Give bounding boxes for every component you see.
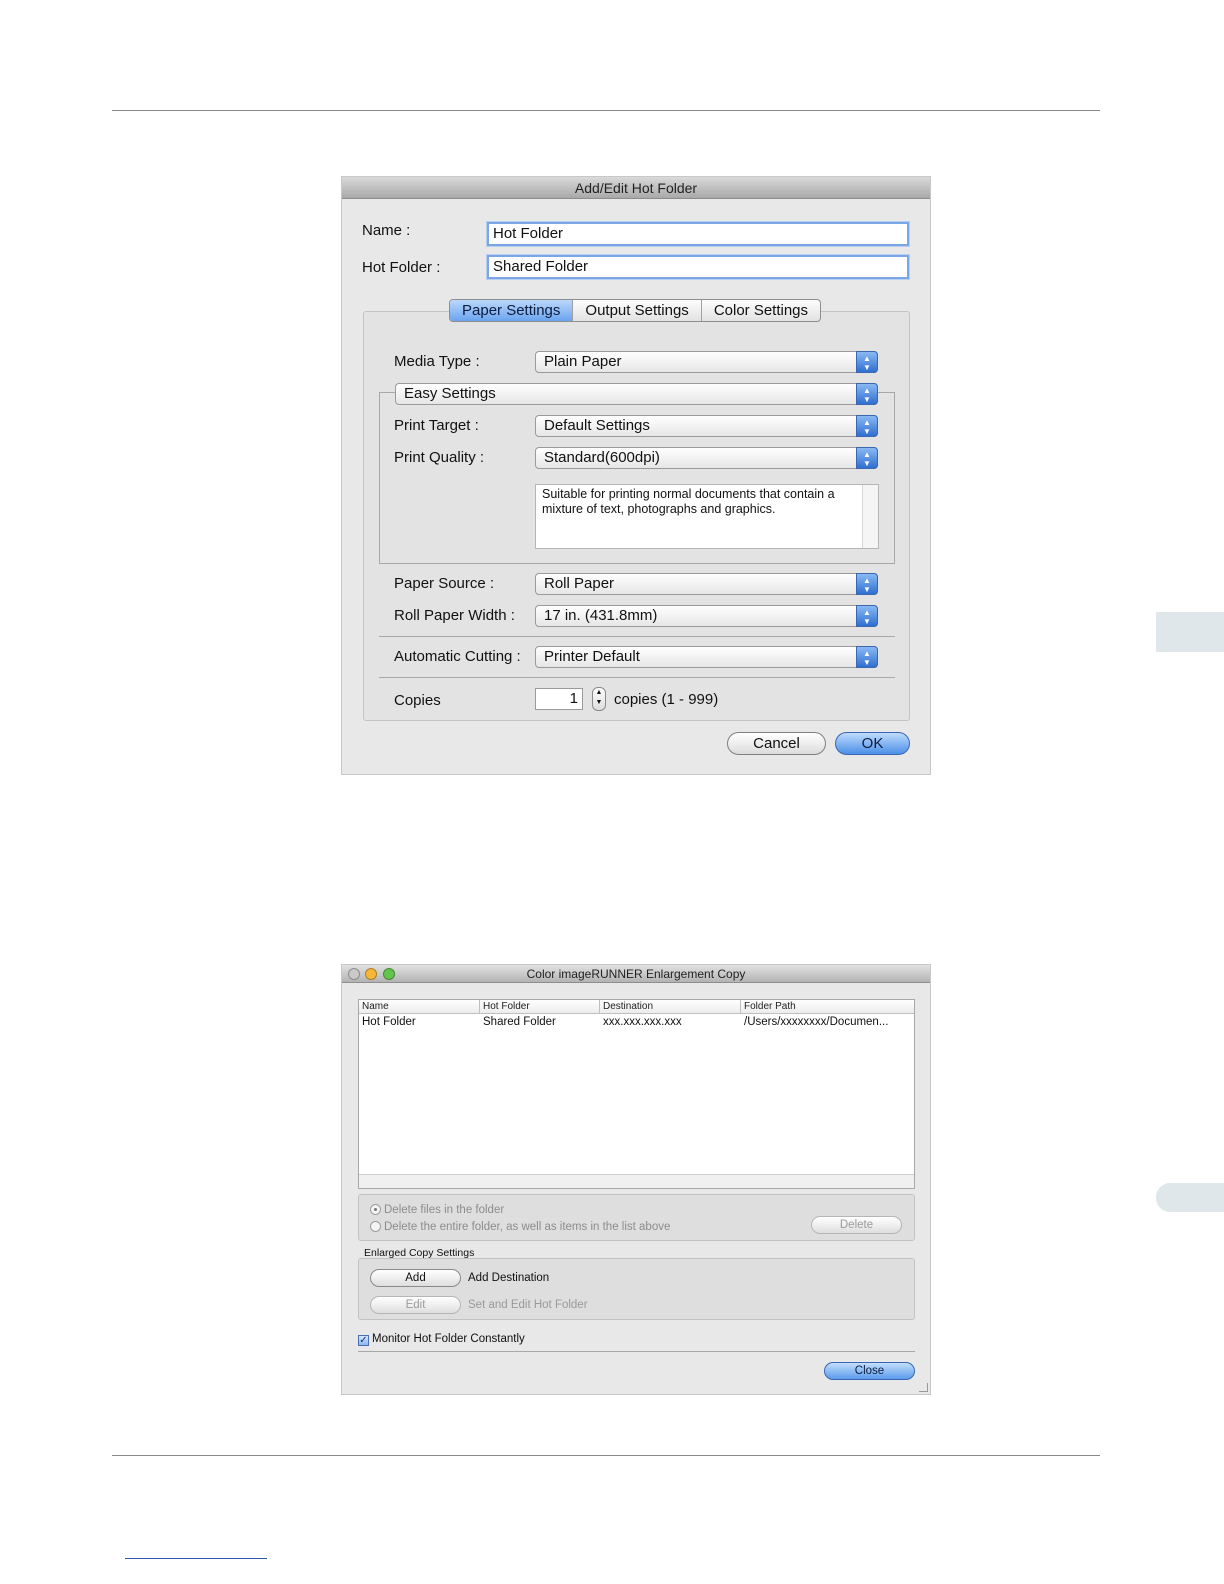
page-tab bbox=[1156, 1183, 1224, 1212]
chevron-updown-icon: ▲ ▼ bbox=[856, 605, 878, 627]
window-title: Color imageRUNNER Enlargement Copy bbox=[526, 967, 746, 981]
window-titlebar: Color imageRUNNER Enlargement Copy bbox=[342, 965, 930, 983]
description-text: Suitable for printing normal documents t… bbox=[542, 487, 835, 516]
horizontal-scrollbar[interactable] bbox=[359, 1174, 914, 1188]
roll-paper-width-value: 17 in. (431.8mm) bbox=[544, 607, 658, 624]
copies-stepper[interactable]: ▲ ▼ bbox=[592, 687, 606, 711]
chevron-updown-icon: ▲ ▼ bbox=[856, 573, 878, 595]
print-quality-select[interactable]: Standard(600dpi) ▲ ▼ bbox=[535, 447, 878, 469]
print-quality-label: Print Quality : bbox=[394, 449, 485, 466]
separator bbox=[358, 1351, 915, 1352]
automatic-cutting-value: Printer Default bbox=[544, 648, 640, 665]
radio-selected-icon bbox=[370, 1204, 381, 1215]
copies-label: Copies bbox=[394, 692, 441, 709]
media-type-select[interactable]: Plain Paper ▲ ▼ bbox=[535, 351, 878, 373]
tab-output-settings[interactable]: Output Settings bbox=[573, 300, 702, 321]
delete-button: Delete bbox=[811, 1216, 902, 1234]
description-scrollbar[interactable] bbox=[862, 485, 878, 548]
chapter-tab bbox=[1156, 612, 1224, 652]
paper-source-select[interactable]: Roll Paper ▲ ▼ bbox=[535, 573, 878, 595]
print-target-label: Print Target : bbox=[394, 417, 479, 434]
add-edit-hot-folder-dialog: Add/Edit Hot Folder Name : Hot Folder Ho… bbox=[341, 176, 931, 775]
cell-folder-path: /Users/xxxxxxxx/Documen... bbox=[744, 1016, 889, 1028]
close-window-icon[interactable] bbox=[348, 968, 360, 980]
copies-field[interactable]: 1 bbox=[535, 688, 583, 710]
print-target-value: Default Settings bbox=[544, 417, 650, 434]
column-hot-folder[interactable]: Hot Folder bbox=[480, 1000, 600, 1013]
minimize-window-icon[interactable] bbox=[365, 968, 377, 980]
settings-tabs: Paper Settings Output Settings Color Set… bbox=[449, 299, 822, 322]
checkmark-icon: ✓ bbox=[358, 1335, 369, 1346]
chevron-updown-icon: ▲ ▼ bbox=[856, 351, 878, 373]
add-destination-label: Add Destination bbox=[468, 1272, 550, 1284]
edit-hot-folder-label: Set and Edit Hot Folder bbox=[468, 1299, 588, 1311]
separator bbox=[379, 636, 895, 637]
edit-button: Edit bbox=[370, 1296, 461, 1314]
automatic-cutting-select[interactable]: Printer Default ▲ ▼ bbox=[535, 646, 878, 668]
print-target-select[interactable]: Default Settings ▲ ▼ bbox=[535, 415, 878, 437]
hot-folder-label: Hot Folder : bbox=[362, 259, 441, 276]
column-destination[interactable]: Destination bbox=[600, 1000, 741, 1013]
radio-delete-folder-label: Delete the entire folder, as well as ite… bbox=[384, 1221, 671, 1233]
roll-paper-width-label: Roll Paper Width : bbox=[394, 607, 515, 624]
cell-destination: xxx.xxx.xxx.xxx bbox=[603, 1016, 682, 1028]
copies-range-label: copies (1 - 999) bbox=[614, 691, 719, 708]
chevron-updown-icon: ▲ ▼ bbox=[856, 383, 878, 405]
cancel-button[interactable]: Cancel bbox=[727, 732, 826, 755]
chevron-updown-icon: ▲ ▼ bbox=[856, 415, 878, 437]
ok-button[interactable]: OK bbox=[835, 732, 910, 755]
quality-description: Suitable for printing normal documents t… bbox=[535, 484, 879, 549]
settings-mode-value: Easy Settings bbox=[404, 385, 496, 402]
radio-unselected-icon bbox=[370, 1221, 381, 1232]
print-quality-value: Standard(600dpi) bbox=[544, 449, 660, 466]
cell-name: Hot Folder bbox=[362, 1016, 416, 1028]
dialog-title: Add/Edit Hot Folder bbox=[342, 177, 930, 199]
header-rule bbox=[112, 110, 1100, 111]
add-button[interactable]: Add bbox=[370, 1269, 461, 1287]
resize-grip-icon[interactable] bbox=[919, 1383, 928, 1392]
name-label: Name : bbox=[362, 222, 411, 239]
hot-folder-field[interactable]: Shared Folder bbox=[487, 255, 909, 279]
monitor-checkbox[interactable]: ✓ Monitor Hot Folder Constantly bbox=[358, 1332, 525, 1346]
footer-link[interactable] bbox=[125, 1558, 267, 1559]
radio-delete-files-label: Delete files in the folder bbox=[384, 1204, 505, 1216]
roll-paper-width-select[interactable]: 17 in. (431.8mm) ▲ ▼ bbox=[535, 605, 878, 627]
table-row[interactable]: Hot Folder Shared Folder xxx.xxx.xxx.xxx… bbox=[359, 1014, 914, 1030]
list-header: Name Hot Folder Destination Folder Path bbox=[359, 1000, 914, 1014]
paper-source-label: Paper Source : bbox=[394, 575, 495, 592]
separator bbox=[379, 677, 895, 678]
automatic-cutting-label: Automatic Cutting : bbox=[394, 648, 521, 665]
media-type-label: Media Type : bbox=[394, 353, 480, 370]
monitor-checkbox-label: Monitor Hot Folder Constantly bbox=[372, 1333, 525, 1345]
chevron-updown-icon: ▲ ▼ bbox=[856, 646, 878, 668]
column-name[interactable]: Name bbox=[359, 1000, 480, 1013]
footer-rule bbox=[112, 1455, 1100, 1456]
media-type-value: Plain Paper bbox=[544, 353, 622, 370]
enlargement-copy-window: Color imageRUNNER Enlargement Copy Name … bbox=[341, 964, 931, 1395]
close-button[interactable]: Close bbox=[824, 1362, 915, 1380]
settings-mode-select[interactable]: Easy Settings ▲ ▼ bbox=[395, 383, 878, 405]
name-field[interactable]: Hot Folder bbox=[487, 222, 909, 246]
tab-paper-settings[interactable]: Paper Settings bbox=[450, 300, 574, 321]
tab-color-settings[interactable]: Color Settings bbox=[702, 300, 820, 321]
paper-source-value: Roll Paper bbox=[544, 575, 615, 592]
radio-delete-folder: Delete the entire folder, as well as ite… bbox=[370, 1220, 670, 1234]
hot-folder-list[interactable]: Name Hot Folder Destination Folder Path … bbox=[358, 999, 915, 1189]
chevron-updown-icon: ▲ ▼ bbox=[856, 447, 878, 469]
cell-hot-folder: Shared Folder bbox=[483, 1016, 556, 1028]
column-folder-path[interactable]: Folder Path bbox=[741, 1000, 914, 1013]
zoom-window-icon[interactable] bbox=[383, 968, 395, 980]
radio-delete-files: Delete files in the folder bbox=[370, 1203, 504, 1217]
